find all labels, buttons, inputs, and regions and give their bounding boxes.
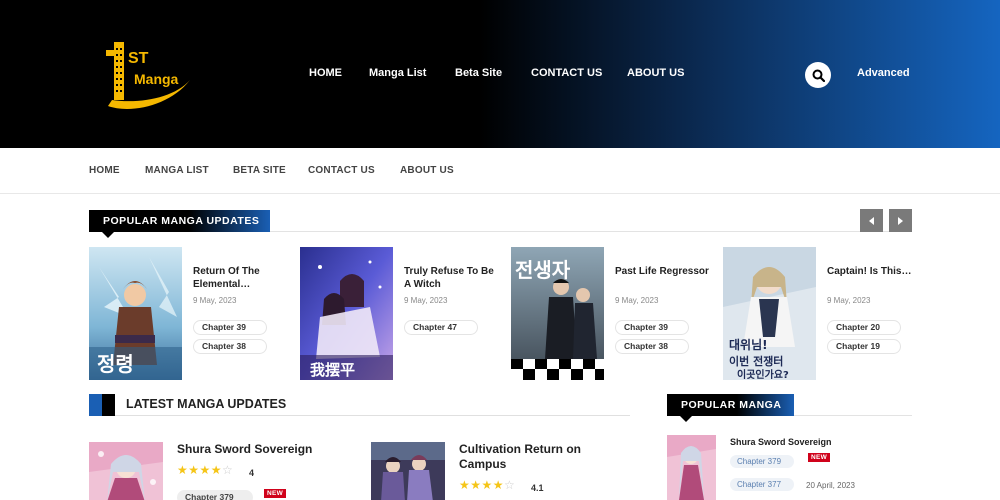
rating-value: 4.1	[531, 483, 544, 493]
manga-title[interactable]: Shura Sword Sovereign	[177, 442, 347, 457]
manga-cover[interactable]	[89, 442, 163, 500]
manga-cover[interactable]: 我摆平	[300, 247, 393, 380]
heading-marker-tip	[102, 394, 110, 416]
chapter-link[interactable]: Chapter 38	[193, 339, 267, 354]
manga-cover[interactable]: 정령	[89, 247, 182, 380]
manga-title[interactable]: Return Of The Elemental…	[193, 265, 289, 291]
cover-image	[89, 442, 163, 500]
header-nav-home[interactable]: HOME	[309, 67, 342, 79]
secondary-nav: HOME MANGA LIST BETA SITE CONTACT US ABO…	[0, 148, 1000, 194]
manga-cover[interactable]: 전생자	[511, 247, 604, 380]
chapter-link[interactable]: Chapter 379	[177, 490, 253, 500]
update-date: 20 April, 2023	[806, 481, 855, 490]
star-rating: ★★★★☆	[177, 463, 234, 477]
site-logo[interactable]: ST Manga	[100, 40, 196, 114]
star-rating: ★★★★☆	[459, 478, 516, 492]
rating-value: 4	[249, 468, 255, 478]
latest-updates-heading: LATEST MANGA UPDATES	[89, 394, 630, 416]
chapter-link[interactable]: Chapter 377	[730, 478, 794, 491]
manga-cover[interactable]: 대위님! 이번 전쟁터 이곳인가요?	[723, 247, 816, 380]
update-date: 9 May, 2023	[404, 296, 448, 305]
svg-text:전생자: 전생자	[515, 258, 571, 282]
header-nav-contact[interactable]: CONTACT US	[531, 67, 602, 79]
chapter-link[interactable]: Chapter 19	[827, 339, 901, 354]
heading-pointer	[102, 232, 114, 238]
update-date: 9 May, 2023	[827, 296, 871, 305]
arrow-left-icon	[869, 216, 874, 225]
cover-image: 대위님! 이번 전쟁터 이곳인가요?	[723, 247, 816, 380]
nav-about-us[interactable]: ABOUT US	[400, 165, 454, 176]
manga-title[interactable]: Shura Sword Sovereign	[730, 437, 832, 447]
svg-text:Manga: Manga	[134, 71, 179, 87]
arrow-right-icon	[898, 216, 903, 225]
manga-title[interactable]: Captain! Is This…	[827, 265, 923, 278]
sidebar-popular-heading: POPULAR MANGA	[667, 394, 794, 416]
chapter-link[interactable]: Chapter 20	[827, 320, 901, 335]
popular-card[interactable]: 我摆平 Truly Refuse To Be A Witch 9 May, 20…	[300, 247, 500, 380]
advanced-search-link[interactable]: Advanced	[857, 67, 910, 79]
popular-updates-heading: POPULAR MANGA UPDATES	[89, 210, 270, 232]
header-nav-manga-list[interactable]: Manga List	[369, 67, 426, 79]
chapter-link[interactable]: Chapter 38	[615, 339, 689, 354]
section-title: LATEST MANGA UPDATES	[126, 397, 287, 411]
popular-card[interactable]: 대위님! 이번 전쟁터 이곳인가요? Captain! Is This… 9 M…	[723, 247, 923, 380]
nav-manga-list[interactable]: MANGA LIST	[145, 165, 209, 176]
svg-text:我摆平: 我摆平	[310, 361, 355, 379]
svg-text:이번 전쟁터: 이번 전쟁터	[729, 354, 783, 368]
manga-cover[interactable]	[667, 435, 716, 500]
update-date: 9 May, 2023	[193, 296, 237, 305]
update-date: 9 May, 2023	[615, 296, 659, 305]
chapter-link[interactable]: Chapter 47	[404, 320, 478, 335]
popular-card[interactable]: 전생자 Past Life Regressor 9 May, 2023 Chap…	[511, 247, 711, 380]
chapter-link[interactable]: Chapter 39	[615, 320, 689, 335]
site-header: ST Manga HOME Manga List Beta Site CONTA…	[0, 0, 1000, 148]
svg-text:이곳인가요?: 이곳인가요?	[737, 368, 789, 380]
latest-item[interactable]: Cultivation Return on Campus ★★★★☆ 4.1	[371, 442, 631, 500]
nav-beta-site[interactable]: BETA SITE	[233, 165, 286, 176]
new-badge: NEW	[264, 489, 287, 498]
cover-image: 我摆平	[300, 247, 393, 380]
svg-text:ST: ST	[128, 50, 149, 67]
search-button[interactable]	[805, 62, 831, 88]
logo-icon: ST Manga	[106, 42, 190, 109]
header-nav-beta-site[interactable]: Beta Site	[455, 67, 502, 79]
carousel-next-button[interactable]	[889, 209, 912, 232]
cover-image	[667, 435, 716, 500]
popular-card[interactable]: 정령 Return Of The Elemental… 9 May, 2023 …	[89, 247, 289, 380]
new-badge: NEW	[808, 453, 831, 462]
cover-image	[371, 442, 445, 500]
section-title: POPULAR MANGA	[681, 399, 782, 411]
header-nav-about[interactable]: ABOUT US	[627, 67, 684, 79]
nav-contact-us[interactable]: CONTACT US	[308, 165, 375, 176]
manga-title[interactable]: Past Life Regressor	[615, 265, 711, 278]
cover-image: 정령	[89, 247, 182, 380]
manga-title[interactable]: Cultivation Return on Campus	[459, 442, 629, 472]
chapter-link[interactable]: Chapter 379	[730, 455, 794, 468]
section-title: POPULAR MANGA UPDATES	[103, 215, 260, 227]
svg-text:정령: 정령	[97, 352, 134, 376]
cover-image: 전생자	[511, 247, 604, 380]
heading-pointer	[680, 416, 692, 422]
svg-text:대위님!: 대위님!	[729, 337, 768, 352]
latest-item[interactable]: Shura Sword Sovereign ★★★★☆ 4 Chapter 37…	[89, 442, 349, 500]
manga-title[interactable]: Truly Refuse To Be A Witch	[404, 265, 500, 291]
chapter-link[interactable]: Chapter 39	[193, 320, 267, 335]
carousel-prev-button[interactable]	[860, 209, 883, 232]
manga-cover[interactable]	[371, 442, 445, 500]
search-icon	[812, 69, 825, 82]
nav-home[interactable]: HOME	[89, 165, 120, 176]
